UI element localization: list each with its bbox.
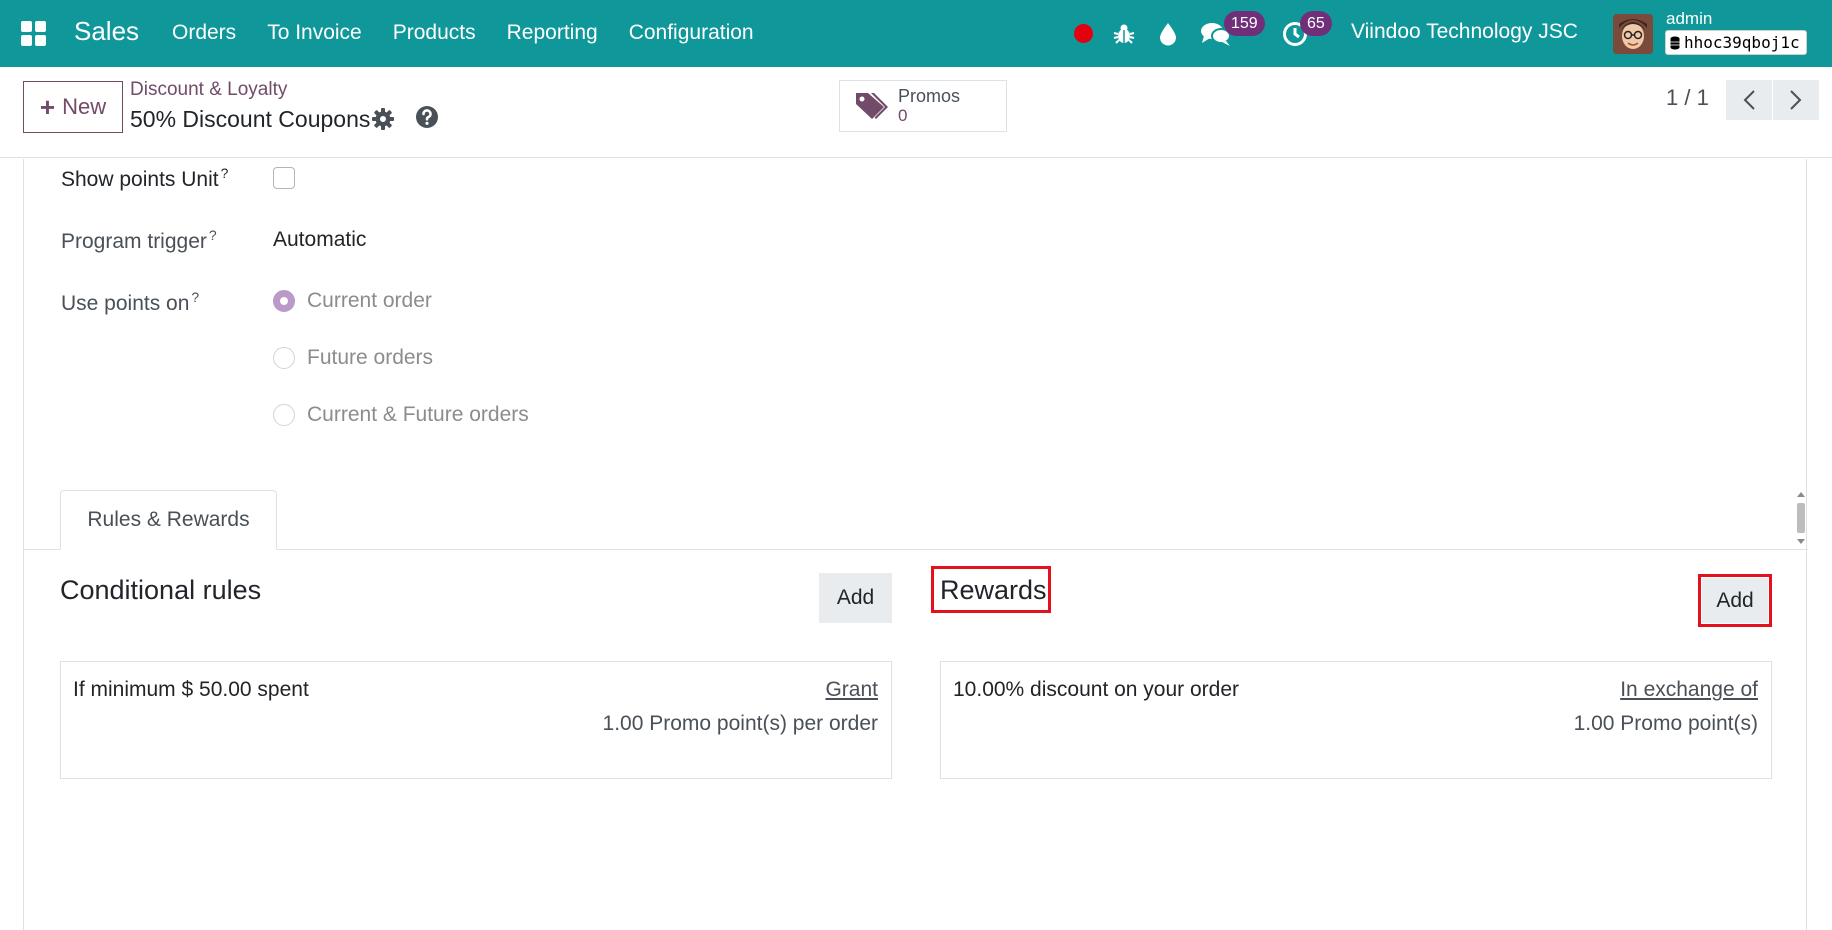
promos-count: 0 bbox=[898, 106, 908, 125]
show-points-unit-label: Show points Unit? bbox=[61, 165, 228, 192]
promos-label: Promos bbox=[898, 86, 961, 106]
help-marker[interactable]: ? bbox=[209, 227, 217, 243]
radio-label: Future orders bbox=[307, 346, 434, 369]
radio-button[interactable] bbox=[273, 290, 295, 312]
show-points-unit-checkbox[interactable] bbox=[273, 167, 295, 189]
use-points-on-text: Use points on bbox=[61, 292, 190, 315]
record-dot-icon[interactable] bbox=[1071, 0, 1095, 67]
pager-previous-button[interactable] bbox=[1726, 80, 1772, 120]
reward-detail: 1.00 Promo point(s) bbox=[1573, 712, 1758, 735]
reward-card[interactable]: 10.00% discount on your order In exchang… bbox=[940, 661, 1772, 779]
menu-orders[interactable]: Orders bbox=[172, 21, 236, 45]
radio-label: Current & Future orders bbox=[307, 403, 529, 426]
breadcrumb-discount-loyalty[interactable]: Discount & Loyalty bbox=[130, 79, 287, 101]
database-icon bbox=[1670, 36, 1680, 49]
tab-rules-rewards[interactable]: Rules & Rewards bbox=[60, 490, 277, 550]
rule-card[interactable]: If minimum $ 50.00 spent Grant 1.00 Prom… bbox=[60, 661, 892, 779]
new-button-label: New bbox=[62, 94, 107, 119]
form-sheet: Show points Unit? Program trigger? Autom… bbox=[23, 159, 1808, 930]
radio-button[interactable] bbox=[273, 404, 295, 426]
company-switcher[interactable]: Viindoo Technology JSC bbox=[1351, 20, 1578, 44]
rule-description: If minimum $ 50.00 spent bbox=[73, 678, 309, 701]
scroll-down-icon[interactable] bbox=[1797, 539, 1805, 544]
tags-icon bbox=[856, 93, 888, 119]
menu-configuration[interactable]: Configuration bbox=[629, 21, 754, 45]
radio-label: Current order bbox=[307, 289, 432, 312]
rule-detail: 1.00 Promo point(s) per order bbox=[602, 712, 878, 735]
radio-current-order[interactable]: Current order bbox=[273, 289, 432, 313]
rewards-title: Rewards bbox=[940, 575, 1047, 605]
radio-button[interactable] bbox=[273, 347, 295, 369]
messages-badge: 159 bbox=[1224, 11, 1265, 36]
in-exchange-of-link[interactable]: In exchange of bbox=[1620, 678, 1758, 702]
top-navbar: Sales Orders To Invoice Products Reporti… bbox=[0, 0, 1832, 67]
bug-icon[interactable] bbox=[1110, 0, 1138, 67]
program-trigger-value: Automatic bbox=[273, 228, 367, 251]
droplet-icon[interactable] bbox=[1155, 0, 1181, 67]
help-marker[interactable]: ? bbox=[221, 165, 229, 181]
chevron-right-icon bbox=[1790, 90, 1802, 110]
program-trigger-text: Program trigger bbox=[61, 230, 207, 253]
use-points-on-label: Use points on? bbox=[61, 289, 199, 316]
promos-smart-button[interactable]: Promos 0 bbox=[839, 80, 1007, 132]
new-button[interactable]: + New bbox=[23, 81, 123, 133]
radio-current-future-orders[interactable]: Current & Future orders bbox=[273, 403, 529, 427]
show-points-unit-text: Show points Unit bbox=[61, 168, 219, 191]
record-title: 50% Discount Coupons bbox=[130, 106, 371, 132]
conditional-rules-title: Conditional rules bbox=[60, 575, 262, 605]
program-trigger-label: Program trigger? bbox=[61, 227, 217, 254]
add-reward-button[interactable]: Add bbox=[1702, 578, 1768, 623]
menu-reporting[interactable]: Reporting bbox=[507, 21, 598, 45]
scrollbar[interactable] bbox=[1794, 489, 1808, 549]
help-marker[interactable]: ? bbox=[191, 289, 199, 305]
grant-link[interactable]: Grant bbox=[825, 678, 878, 702]
chat-icon[interactable] bbox=[1199, 0, 1233, 67]
radio-future-orders[interactable]: Future orders bbox=[273, 346, 433, 370]
app-name[interactable]: Sales bbox=[74, 16, 139, 47]
scroll-up-icon[interactable] bbox=[1797, 492, 1805, 497]
control-panel: + New Discount & Loyalty 50% Discount Co… bbox=[0, 67, 1832, 158]
database-name: hhoc39qboj1c bbox=[1684, 33, 1800, 52]
pager-next-button[interactable] bbox=[1773, 80, 1819, 120]
database-badge: hhoc39qboj1c bbox=[1665, 30, 1807, 55]
menu-to-invoice[interactable]: To Invoice bbox=[267, 21, 362, 45]
add-rule-button[interactable]: Add bbox=[819, 573, 892, 623]
avatar[interactable] bbox=[1613, 14, 1653, 54]
chevron-left-icon bbox=[1743, 90, 1755, 110]
user-name[interactable]: admin bbox=[1666, 9, 1712, 29]
help-icon[interactable] bbox=[415, 105, 439, 129]
tab-divider bbox=[24, 549, 1808, 550]
gear-icon[interactable] bbox=[371, 107, 395, 131]
apps-grid-icon[interactable] bbox=[21, 21, 46, 46]
pager-value[interactable]: 1 / 1 bbox=[1666, 85, 1709, 111]
reward-description: 10.00% discount on your order bbox=[953, 678, 1240, 701]
activities-badge: 65 bbox=[1300, 11, 1332, 36]
menu-products[interactable]: Products bbox=[393, 21, 476, 45]
plus-icon: + bbox=[39, 92, 56, 122]
scroll-thumb[interactable] bbox=[1797, 503, 1805, 533]
main-menu: Orders To Invoice Products Reporting Con… bbox=[172, 21, 785, 45]
